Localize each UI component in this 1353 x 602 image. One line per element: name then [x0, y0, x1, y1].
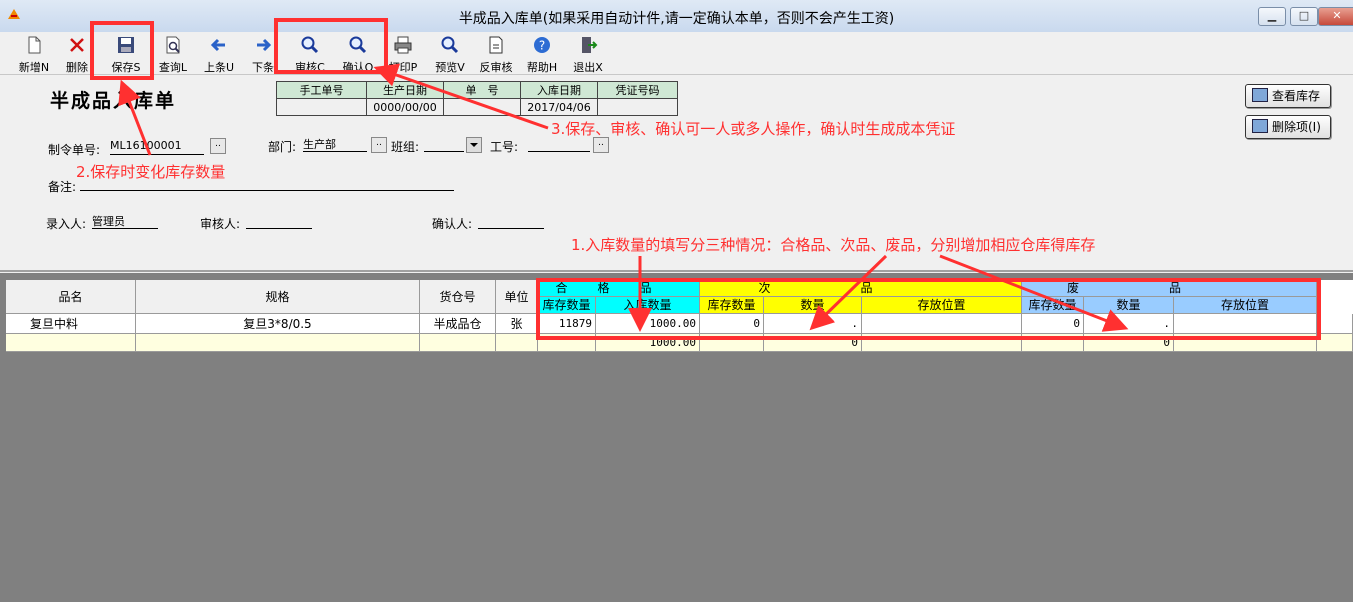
arrow-to-save — [118, 79, 152, 156]
annotation-arrows — [118, 63, 1129, 332]
arrow-to-second-qty — [809, 254, 888, 331]
arrow-to-waste-qty — [939, 254, 1129, 332]
arrow-to-audit-confirm — [373, 63, 549, 130]
